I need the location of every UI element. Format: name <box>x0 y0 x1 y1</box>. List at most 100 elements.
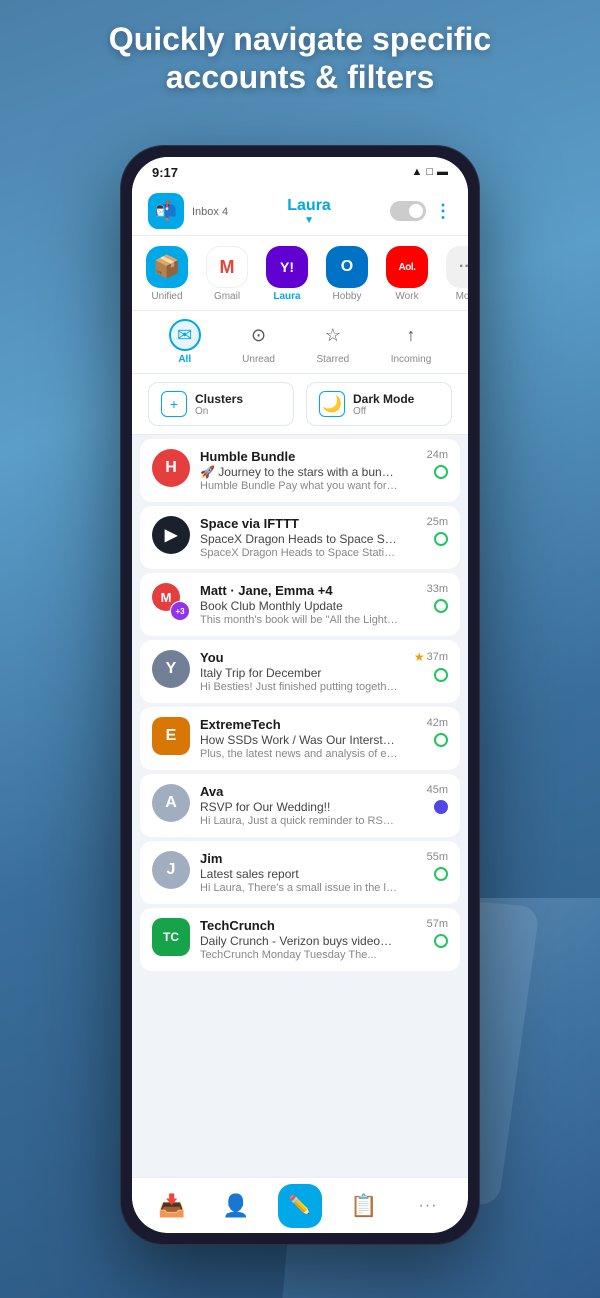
email-preview-you: Hi Besties! Just finished putting togeth… <box>200 681 398 693</box>
email-item-space-ifttt[interactable]: ▶ Space via IFTTT SpaceX Dragon Heads to… <box>140 506 460 569</box>
email-preview-space-ifttt: SpaceX Dragon Heads to Space Station wit… <box>200 547 398 559</box>
account-label-gmail: Gmail <box>214 291 240 302</box>
email-time-matt-group: 33m <box>427 583 448 595</box>
email-from-you: You <box>200 650 398 665</box>
darkmode-sub: Off <box>353 406 414 417</box>
email-subject-humble-bundle: 🚀 Journey to the stars with a bundle of … <box>200 465 398 479</box>
email-from-jim: Jim <box>200 851 398 866</box>
avatar-ava: A <box>152 784 190 822</box>
more-menu-icon[interactable]: ⋮ <box>434 201 452 222</box>
account-avatar-hobby: O <box>326 246 368 288</box>
header-actions: ⋮ <box>390 201 452 222</box>
chevron-down-icon: ▼ <box>287 215 331 226</box>
account-avatar-laura: Y! <box>266 246 308 288</box>
email-meta-ava: 45m <box>408 784 448 814</box>
email-item-humble-bundle[interactable]: H Humble Bundle 🚀 Journey to the stars w… <box>140 439 460 502</box>
email-time-space-ifttt: 25m <box>427 516 448 528</box>
darkmode-icon: 🌙 <box>319 391 345 417</box>
email-subject-you: Italy Trip for December <box>200 666 398 680</box>
clusters-name: Clusters <box>195 392 243 406</box>
filter-unread[interactable]: ⊙ Unread <box>242 319 275 365</box>
filter-starred[interactable]: ☆ Starred <box>316 319 349 365</box>
avatar-you: Y <box>152 650 190 688</box>
filter-all[interactable]: ✉ All <box>169 319 201 365</box>
account-label-unified: Unified <box>151 291 182 302</box>
phone-screen: 9:17 ▲ □ ▬ 📬 Inbox 4 Laura ▼ ⋮ <box>132 157 468 1233</box>
email-preview-techcrunch: TechCrunch Monday Tuesday The... <box>200 949 398 961</box>
email-meta-matt-group: 33m <box>408 583 448 613</box>
account-item-more[interactable]: ··· More <box>440 246 468 302</box>
account-label-work: Work <box>395 291 418 302</box>
account-item-gmail[interactable]: M Gmail <box>200 246 254 302</box>
email-preview-humble-bundle: Humble Bundle Pay what you want for awes… <box>200 480 398 492</box>
email-preview-matt-group: This month's book will be "All the Light… <box>200 614 398 626</box>
filter-unread-label: Unread <box>242 354 275 365</box>
filter-incoming[interactable]: ↑ Incoming <box>391 319 432 365</box>
email-from-humble-bundle: Humble Bundle <box>200 449 398 464</box>
header-toggle[interactable] <box>390 201 426 221</box>
email-subject-space-ifttt: SpaceX Dragon Heads to Space Station wit… <box>200 532 398 546</box>
email-subject-extremetech: How SSDs Work / Was Our Interstellar Vis… <box>200 733 398 747</box>
email-item-jim[interactable]: J Jim Latest sales report Hi Laura, Ther… <box>140 841 460 904</box>
email-meta-jim: 55m <box>408 851 448 881</box>
account-item-hobby[interactable]: O Hobby <box>320 246 374 302</box>
email-from-extremetech: ExtremeTech <box>200 717 398 732</box>
email-meta-space-ifttt: 25m <box>408 516 448 546</box>
account-item-work[interactable]: Aol. Work <box>380 246 434 302</box>
filter-all-label: All <box>178 354 191 365</box>
email-content-you: You Italy Trip for December Hi Besties! … <box>200 650 398 693</box>
account-label-more: More <box>456 291 468 302</box>
email-item-ava[interactable]: A Ava RSVP for Our Wedding!! Hi Laura, J… <box>140 774 460 837</box>
app-header-left: 📬 Inbox 4 <box>148 193 228 229</box>
clusters-icon: + <box>161 391 187 417</box>
email-content-ava: Ava RSVP for Our Wedding!! Hi Laura, Jus… <box>200 784 398 827</box>
email-subject-jim: Latest sales report <box>200 867 398 881</box>
app-header: 📬 Inbox 4 Laura ▼ ⋮ <box>132 185 468 236</box>
unread-dot-extremetech <box>434 733 448 747</box>
unread-dot-jim <box>434 867 448 881</box>
email-subject-ava: RSVP for Our Wedding!! <box>200 800 398 814</box>
unread-dot-space-ifttt <box>434 532 448 546</box>
avatar-extremetech: E <box>152 717 190 755</box>
account-item-laura[interactable]: Y! Laura <box>260 246 314 302</box>
nav-compose[interactable]: ✏️ <box>278 1184 322 1228</box>
email-content-techcrunch: TechCrunch Daily Crunch - Verizon buys v… <box>200 918 398 961</box>
account-selector[interactable]: Laura ▼ <box>287 197 331 226</box>
email-from-space-ifttt: Space via IFTTT <box>200 516 398 531</box>
nav-more[interactable]: ··· <box>406 1184 450 1228</box>
avatar-techcrunch: TC <box>152 918 190 956</box>
account-item-unified[interactable]: 📦 Unified <box>140 246 194 302</box>
nav-inbox[interactable]: 📥 <box>150 1184 194 1228</box>
accounts-row: 📦 Unified M Gmail Y! Laura O Hobby Aol. … <box>132 236 468 311</box>
filter-row: ✉ All ⊙ Unread ☆ Starred ↑ Incoming <box>132 311 468 374</box>
clusters-button[interactable]: + Clusters On <box>148 382 294 426</box>
email-content-matt-group: Matt · Jane, Emma +4 Book Club Monthly U… <box>200 583 398 626</box>
darkmode-name: Dark Mode <box>353 392 414 406</box>
darkmode-button[interactable]: 🌙 Dark Mode Off <box>306 382 452 426</box>
nav-notes[interactable]: 📋 <box>342 1184 386 1228</box>
account-label-laura: Laura <box>273 291 300 302</box>
filter-all-icon: ✉ <box>169 319 201 351</box>
status-icons: ▲ □ ▬ <box>411 166 448 178</box>
email-meta-extremetech: 42m <box>408 717 448 747</box>
email-item-techcrunch[interactable]: TC TechCrunch Daily Crunch - Verizon buy… <box>140 908 460 971</box>
email-from-techcrunch: TechCrunch <box>200 918 398 933</box>
email-time-humble-bundle: 24m <box>427 449 448 461</box>
signal-icon: □ <box>426 166 433 178</box>
phone-frame: 9:17 ▲ □ ▬ 📬 Inbox 4 Laura ▼ ⋮ <box>120 145 480 1245</box>
email-subject-techcrunch: Daily Crunch - Verizon buys videoconfere… <box>200 934 398 948</box>
email-from-matt-group: Matt · Jane, Emma +4 <box>200 583 398 598</box>
email-content-jim: Jim Latest sales report Hi Laura, There'… <box>200 851 398 894</box>
email-item-you[interactable]: Y You Italy Trip for December Hi Besties… <box>140 640 460 703</box>
filter-starred-label: Starred <box>316 354 349 365</box>
filter-incoming-icon: ↑ <box>395 319 427 351</box>
page-header: Quickly navigate specific accounts & fil… <box>0 20 600 97</box>
darkmode-text: Dark Mode Off <box>353 392 414 417</box>
nav-contacts[interactable]: 👤 <box>214 1184 258 1228</box>
inbox-icon[interactable]: 📬 <box>148 193 184 229</box>
account-avatar-more: ··· <box>446 246 468 288</box>
status-bar: 9:17 ▲ □ ▬ <box>132 157 468 185</box>
email-item-matt-group[interactable]: M +3 Matt · Jane, Emma +4 Book Club Mont… <box>140 573 460 636</box>
email-content-space-ifttt: Space via IFTTT SpaceX Dragon Heads to S… <box>200 516 398 559</box>
email-item-extremetech[interactable]: E ExtremeTech How SSDs Work / Was Our In… <box>140 707 460 770</box>
